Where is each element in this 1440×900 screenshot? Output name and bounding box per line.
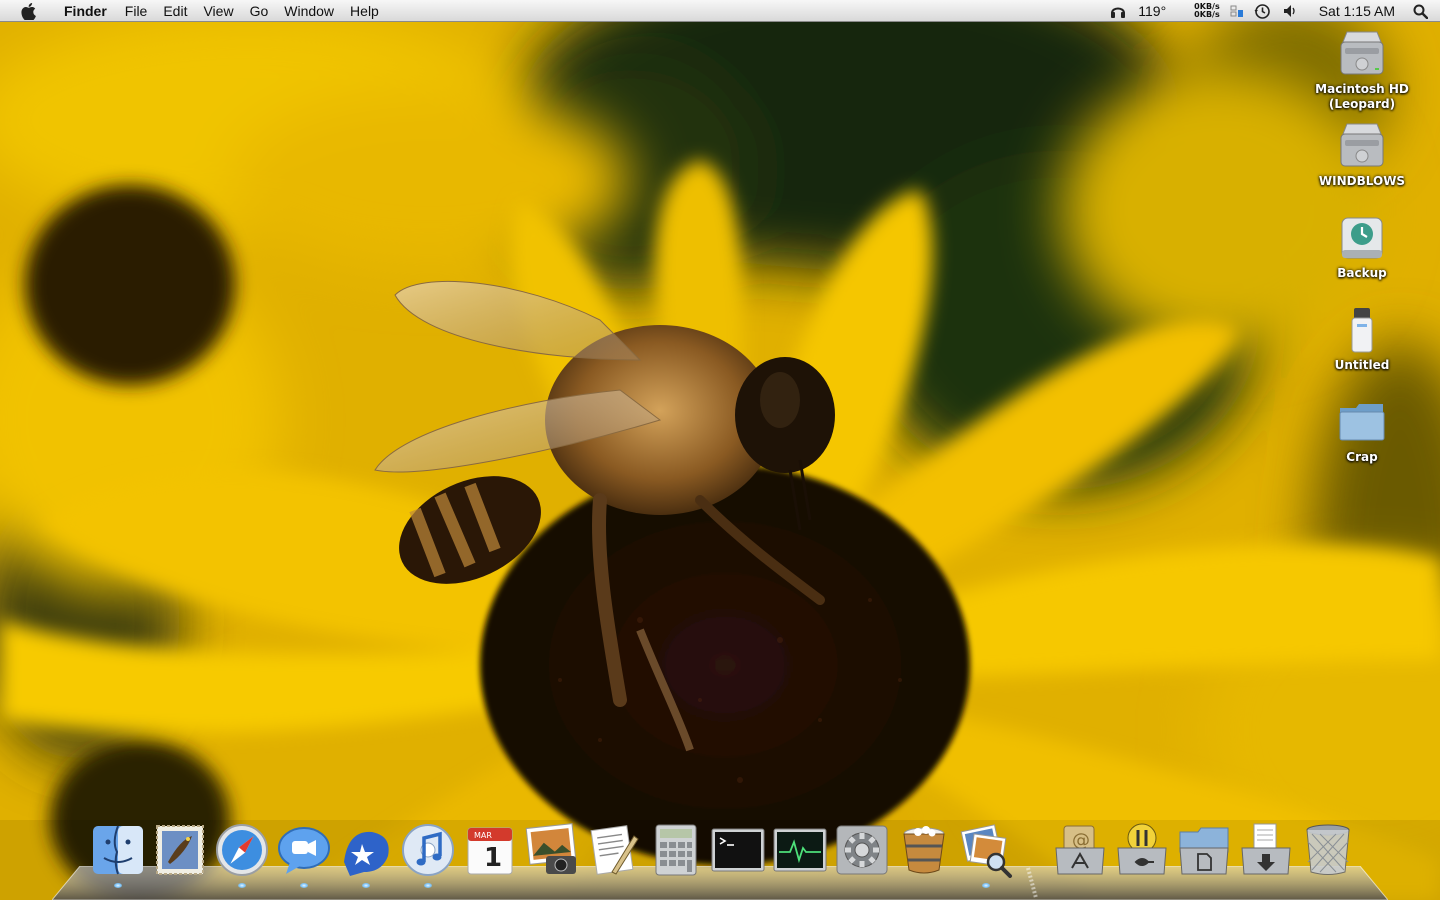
terminal-icon — [711, 828, 765, 872]
dock-finder[interactable] — [90, 822, 146, 888]
running-indicator — [982, 883, 990, 888]
running-indicator — [114, 883, 122, 888]
desktop-icon-label: Backup — [1337, 266, 1387, 280]
calculator-icon — [655, 824, 697, 876]
running-indicator — [424, 883, 432, 888]
running-indicator — [300, 883, 308, 888]
dock-terminal[interactable] — [710, 822, 766, 882]
preview-icon — [960, 824, 1012, 878]
desktop-wallpaper — [0, 0, 1440, 900]
time-machine-icon[interactable] — [1248, 0, 1277, 22]
headphones-icon[interactable] — [1104, 0, 1132, 22]
usb-drive-icon — [1351, 308, 1373, 353]
hard-drive-icon — [1340, 31, 1384, 75]
volume-icon[interactable] — [1277, 0, 1305, 22]
desktop-icon-label: Macintosh HD (Leopard) — [1315, 82, 1409, 111]
menu-view[interactable]: View — [195, 0, 241, 22]
menu-go[interactable]: Go — [242, 0, 277, 22]
menu-help[interactable]: Help — [342, 0, 387, 22]
ical-day: 1 — [484, 843, 502, 873]
itunes-icon — [402, 824, 454, 876]
dock-transmission[interactable] — [896, 822, 952, 882]
app-menu-finder[interactable]: Finder — [56, 0, 117, 22]
menu-bar: Finder File Edit View Go Window Help 119… — [0, 0, 1440, 22]
dock-ichat[interactable] — [276, 822, 332, 888]
ical-icon: MAR 1 — [467, 827, 513, 875]
iphoto-icon — [525, 823, 577, 874]
menu-window[interactable]: Window — [276, 0, 342, 22]
running-indicator — [362, 883, 370, 888]
apple-menu-icon[interactable] — [0, 0, 56, 22]
utilities-stack-icon — [1117, 823, 1167, 875]
desktop-icon-untitled[interactable]: Untitled — [1307, 304, 1417, 373]
ichat-icon — [278, 827, 330, 874]
dock-mail[interactable] — [152, 822, 208, 882]
menu-edit[interactable]: Edit — [155, 0, 195, 22]
folder-icon — [1339, 404, 1385, 441]
textedit-icon — [590, 825, 639, 875]
desktop-icon-label: Crap — [1346, 450, 1378, 464]
desktop-icon-label: WINDBLOWS — [1318, 174, 1406, 188]
dock-trash[interactable] — [1300, 822, 1356, 882]
temperature-readout[interactable]: 119° — [1132, 0, 1188, 22]
dock-itunes[interactable] — [400, 822, 456, 888]
dock-system-preferences[interactable] — [834, 822, 890, 882]
activity-monitor-icon — [773, 828, 827, 872]
finder-icon — [93, 825, 143, 875]
hard-drive-icon — [1340, 123, 1384, 167]
dock-downloads-stack[interactable] — [1238, 822, 1294, 882]
trash-icon — [1306, 824, 1350, 875]
menu-file[interactable]: File — [117, 0, 156, 22]
dock-iphoto[interactable] — [524, 822, 580, 882]
dock-activity-monitor[interactable] — [772, 822, 828, 882]
dock-ical[interactable]: MAR 1 — [462, 822, 518, 882]
net-download-rate: 0KB/s — [1194, 10, 1220, 19]
dock-textedit[interactable] — [586, 822, 642, 882]
desktop-icon-crap[interactable]: Crap — [1307, 396, 1417, 465]
dock-documents-stack[interactable] — [1176, 822, 1232, 882]
mail-icon — [156, 825, 204, 875]
running-indicator — [238, 883, 246, 888]
system-preferences-icon — [836, 825, 888, 875]
network-monitor-icon[interactable] — [1226, 0, 1248, 22]
bucket-icon — [903, 826, 945, 874]
documents-stack-icon — [1179, 827, 1229, 875]
dock-applications-stack[interactable]: @ — [1052, 822, 1108, 882]
dock-preview[interactable] — [958, 822, 1014, 888]
desktop-icon-macintosh-hd[interactable]: Macintosh HD (Leopard) — [1307, 28, 1417, 112]
desktop-icon-label: Untitled — [1334, 358, 1390, 372]
dock-utilities-stack[interactable] — [1114, 822, 1170, 882]
downloads-stack-icon — [1241, 823, 1291, 875]
adium-icon — [344, 831, 389, 876]
spotlight-icon[interactable] — [1407, 0, 1440, 22]
safari-icon — [216, 824, 268, 876]
desktop-icon-backup[interactable]: Backup — [1307, 212, 1417, 281]
dock-calculator[interactable] — [648, 822, 704, 882]
ical-month: MAR — [474, 831, 492, 840]
dock-adium[interactable] — [338, 822, 394, 888]
network-monitor[interactable]: 0KB/s 0KB/s — [1188, 0, 1226, 22]
applications-stack-icon: @ — [1055, 825, 1105, 875]
dock-safari[interactable] — [214, 822, 270, 888]
desktop-icon-windblows[interactable]: WINDBLOWS — [1307, 120, 1417, 189]
menu-clock[interactable]: Sat 1:15 AM — [1305, 0, 1407, 22]
time-machine-drive-icon — [1341, 217, 1383, 259]
